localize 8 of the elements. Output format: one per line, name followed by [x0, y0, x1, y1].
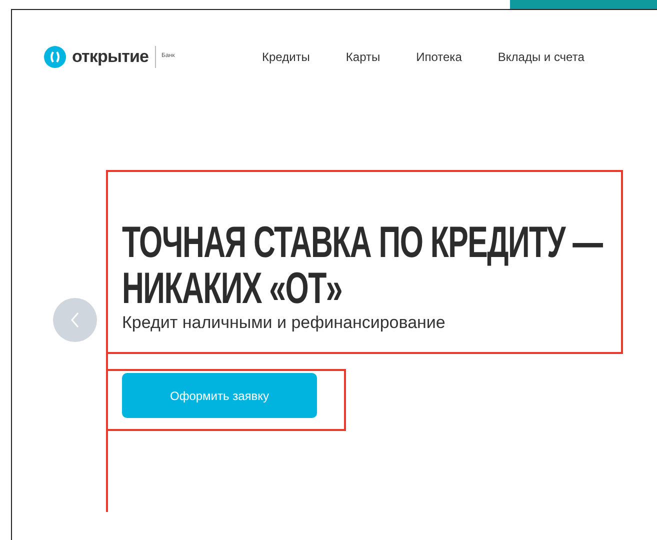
- nav-link[interactable]: Вклады и счета: [498, 48, 584, 66]
- logo-text: открытие: [72, 46, 149, 68]
- hero-title: НИКАКИХ «ОТ»: [122, 266, 342, 312]
- hero-title: ТОЧНАЯ СТАВКА ПО КРЕДИТУ —: [122, 220, 602, 266]
- nav-link[interactable]: Ипотека: [416, 48, 462, 66]
- nav-link[interactable]: Карты: [346, 48, 380, 66]
- hero-subtitle: Кредит наличными и рефинансирование: [122, 312, 446, 334]
- nav-link[interactable]: Кредиты: [262, 48, 310, 66]
